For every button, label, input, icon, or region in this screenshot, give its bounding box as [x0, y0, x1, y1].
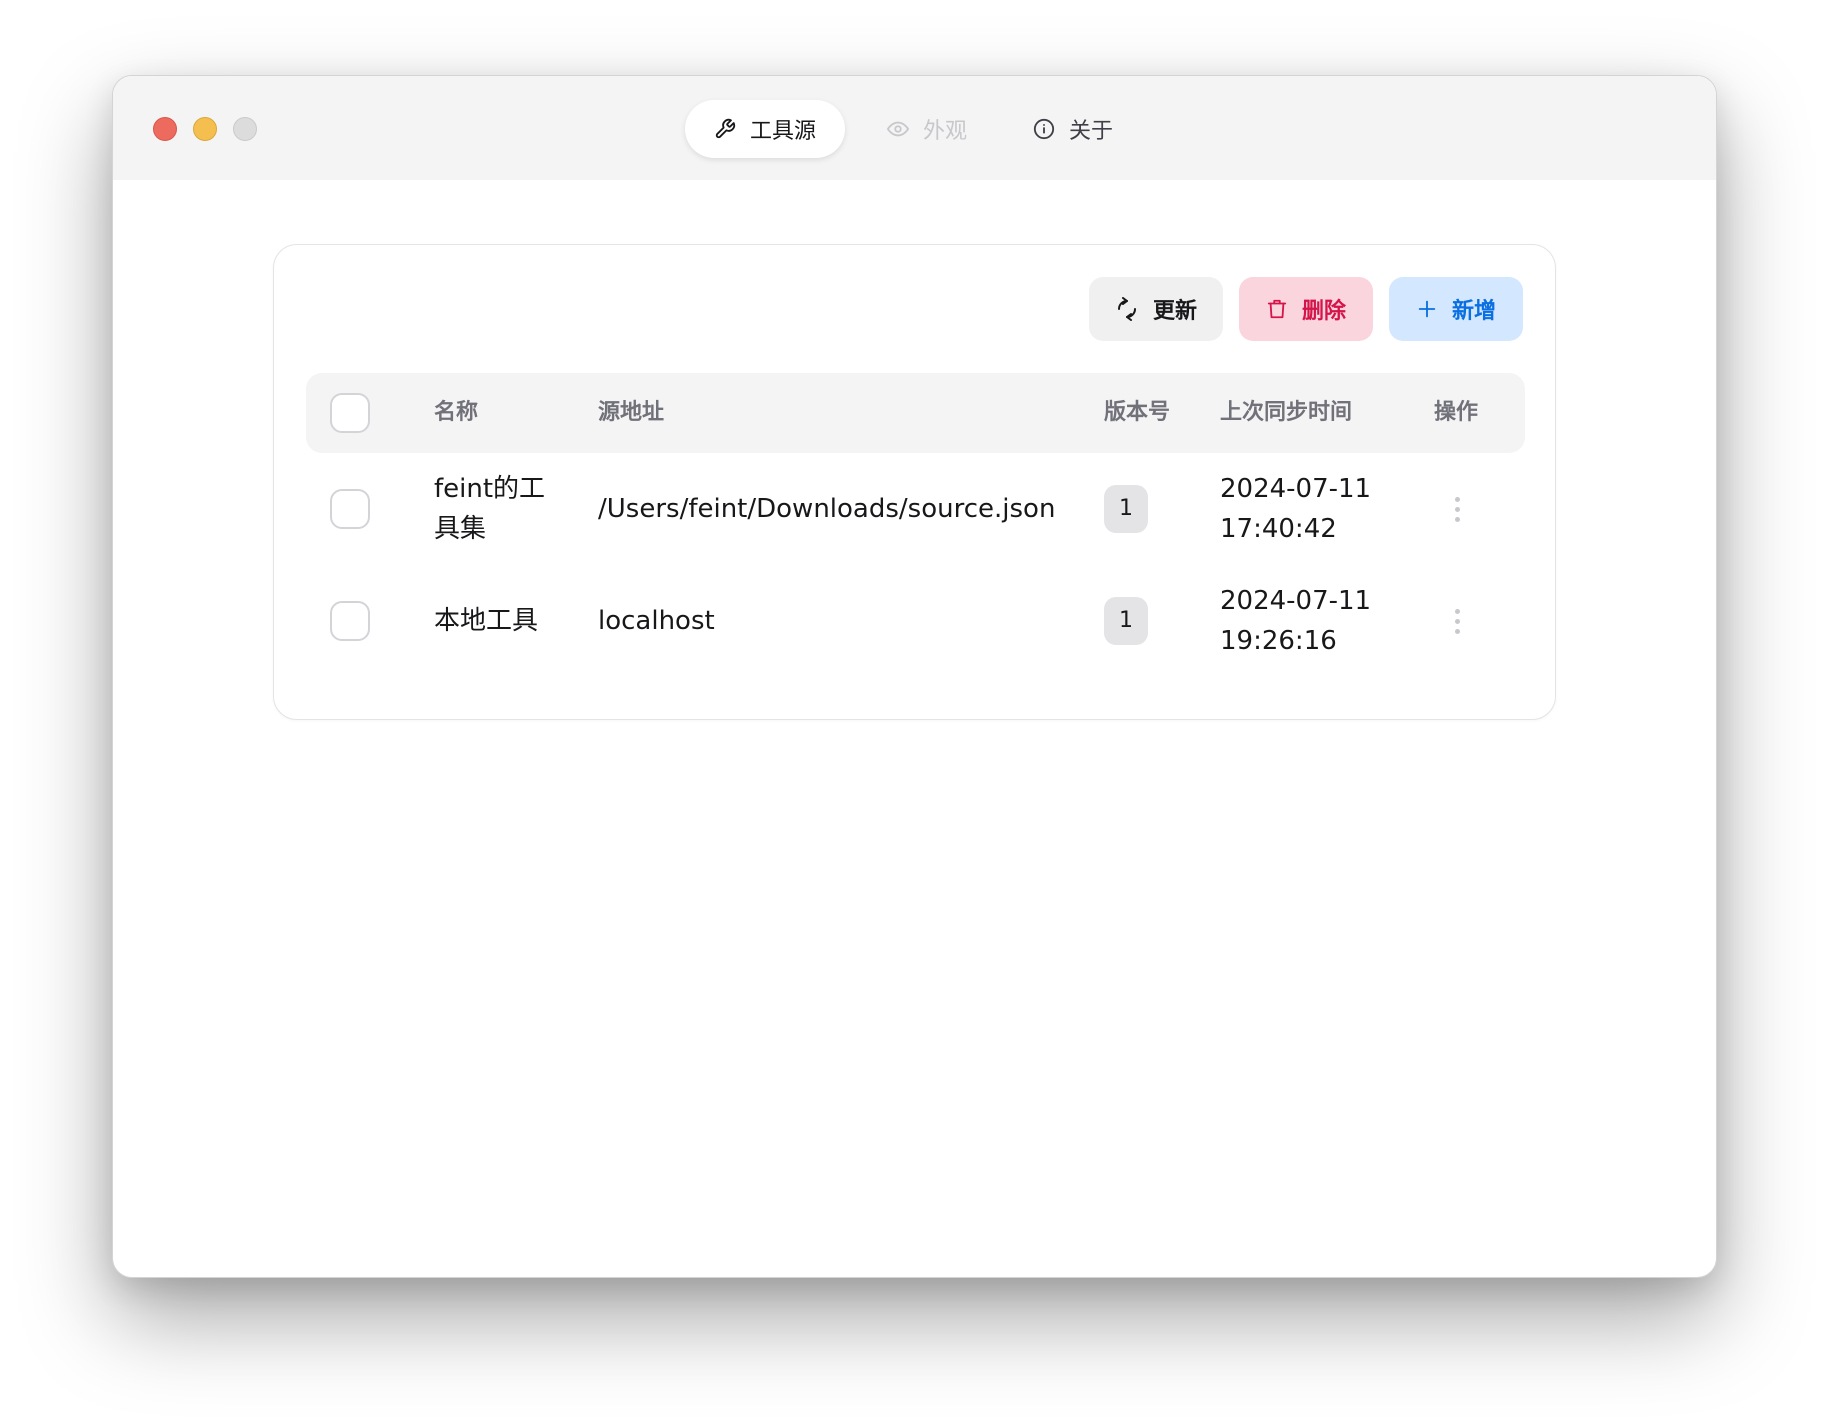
- version-badge: 1: [1104, 597, 1148, 645]
- row-name-line: 具集: [434, 514, 487, 544]
- row-synced-cell: 2024-07-11 17:40:42: [1220, 453, 1371, 565]
- row-name-line: 本地工具: [434, 606, 539, 636]
- update-button[interactable]: 更新: [1089, 277, 1223, 341]
- zoom-window-button[interactable]: [233, 117, 257, 141]
- row-name-line: feint的工: [434, 474, 546, 504]
- desktop-backdrop: 工具源 外观 关于 更新 删除 新增 名称 源地址 版本号 上次同步时间 操作 …: [0, 0, 1824, 1424]
- row-actions-cell: [1455, 565, 1460, 677]
- row-synced-time: 19:26:16: [1220, 626, 1337, 656]
- refresh-icon: [1115, 297, 1139, 321]
- column-header-name: 名称: [434, 400, 479, 425]
- row-source: localhost: [598, 606, 715, 636]
- table-row[interactable]: 本地工具 localhost 1 2024-07-11 19:26:16: [306, 565, 1525, 677]
- delete-button[interactable]: 删除: [1239, 277, 1373, 341]
- row-synced-time: 17:40:42: [1220, 514, 1337, 544]
- column-header-actions: 操作: [1434, 400, 1479, 425]
- tab-label: 外观: [923, 119, 968, 144]
- add-button[interactable]: 新增: [1389, 277, 1523, 341]
- update-button-label: 更新: [1152, 299, 1197, 324]
- app-window: 工具源 外观 关于 更新 删除 新增 名称 源地址 版本号 上次同步时间 操作 …: [112, 75, 1717, 1278]
- tab-appearance[interactable]: 外观: [861, 100, 993, 158]
- tab-about[interactable]: 关于: [1007, 100, 1139, 158]
- row-checkbox[interactable]: [330, 489, 370, 529]
- tab-tool-sources[interactable]: 工具源: [685, 100, 845, 158]
- row-name-cell: feint的工 具集: [434, 453, 584, 565]
- eye-icon: [887, 118, 909, 140]
- row-synced-date: 2024-07-11: [1220, 474, 1372, 504]
- column-header-source: 源地址: [598, 400, 665, 425]
- more-vertical-icon[interactable]: [1455, 496, 1460, 522]
- wrench-icon: [714, 118, 736, 140]
- table-row[interactable]: feint的工 具集 /Users/feint/Downloads/source…: [306, 453, 1525, 565]
- trash-icon: [1266, 298, 1288, 320]
- select-all-checkbox[interactable]: [330, 393, 370, 433]
- tab-bar: 工具源 外观 关于: [685, 100, 1139, 158]
- tab-label: 工具源: [749, 119, 816, 144]
- row-version-cell: 1: [1104, 453, 1148, 565]
- tool-source-card: 更新 删除 新增 名称 源地址 版本号 上次同步时间 操作 feint的工 具集…: [273, 244, 1556, 720]
- version-badge: 1: [1104, 485, 1148, 533]
- sources-table: 名称 源地址 版本号 上次同步时间 操作 feint的工 具集 /Users/f…: [306, 373, 1525, 677]
- row-synced-date: 2024-07-11: [1220, 586, 1372, 616]
- more-vertical-icon[interactable]: [1455, 608, 1460, 634]
- tab-label: 关于: [1069, 119, 1114, 144]
- delete-button-label: 删除: [1301, 299, 1346, 324]
- minimize-window-button[interactable]: [193, 117, 217, 141]
- row-version-cell: 1: [1104, 565, 1148, 677]
- row-synced-cell: 2024-07-11 19:26:16: [1220, 565, 1371, 677]
- table-header: 名称 源地址 版本号 上次同步时间 操作: [306, 373, 1525, 453]
- close-window-button[interactable]: [153, 117, 177, 141]
- add-button-label: 新增: [1451, 299, 1496, 324]
- column-header-last-synced: 上次同步时间: [1220, 400, 1353, 425]
- row-name-cell: 本地工具: [434, 565, 584, 677]
- column-header-version: 版本号: [1104, 400, 1171, 425]
- row-checkbox[interactable]: [330, 601, 370, 641]
- row-source: /Users/feint/Downloads/source.json: [598, 494, 1056, 524]
- info-icon: [1033, 118, 1055, 140]
- toolbar: 更新 删除 新增: [1089, 277, 1523, 341]
- title-bar: 工具源 外观 关于: [113, 76, 1716, 180]
- plus-icon: [1416, 298, 1438, 320]
- row-actions-cell: [1455, 453, 1460, 565]
